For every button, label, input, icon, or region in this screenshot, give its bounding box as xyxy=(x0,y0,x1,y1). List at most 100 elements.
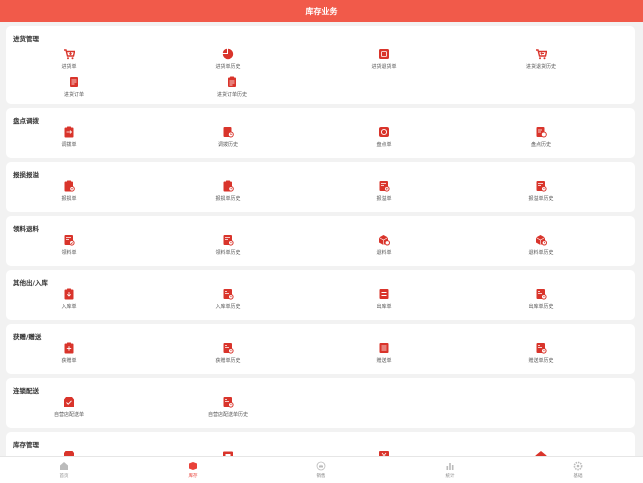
section-title: 库存管理 xyxy=(13,441,39,449)
menu-item-purchase-history[interactable]: 进货单历史 xyxy=(178,48,278,70)
section-purchase: 进货管理 进货单 进货单历史 进货退货单 进货退货历史 进货订单 进货订单历史 xyxy=(6,26,635,104)
menu-item-label: 调拨历史 xyxy=(217,142,238,148)
section-title: 进货管理 xyxy=(13,35,39,43)
menu-item-outbound[interactable]: 出库单 xyxy=(334,288,434,310)
gift-send-history-icon xyxy=(536,343,547,354)
menu-item-purchase-order-history[interactable]: 进货订单历史 xyxy=(182,76,282,98)
section-title: 连锁配送 xyxy=(13,387,39,395)
menu-item-outbound-history[interactable]: 出库单历史 xyxy=(491,288,591,310)
menu-item-label: 进货退货历史 xyxy=(525,64,556,70)
menu-item-label: 报溢单历史 xyxy=(528,196,554,202)
overflow-history-icon xyxy=(536,181,547,192)
order-history-icon xyxy=(228,76,236,87)
transfer-clipboard-icon xyxy=(64,126,74,138)
tab-statistics[interactable]: 统计 xyxy=(420,461,480,479)
menu-item-inbound-history[interactable]: 入库单历史 xyxy=(178,288,278,310)
menu-item-label: 盘点单 xyxy=(376,142,392,148)
section-inventory: 库存管理 xyxy=(6,432,635,456)
menu-item-inbound[interactable]: 入库单 xyxy=(19,288,119,310)
menu-item-overflow-report[interactable]: 报溢单 xyxy=(334,180,434,202)
menu-item-return-material[interactable]: 退料单 xyxy=(334,234,434,256)
transfer-history-icon xyxy=(223,127,234,138)
inbound-icon xyxy=(64,288,74,300)
tab-label: 首页 xyxy=(59,474,69,479)
pick-history-icon xyxy=(223,235,234,246)
gift-send-icon xyxy=(379,343,389,353)
menu-item-return-material-history[interactable]: 退料单历史 xyxy=(491,234,591,256)
return-material-history-icon xyxy=(535,235,547,246)
bottom-tab-bar: 首页 库存 销售 统计 基础 xyxy=(0,456,643,483)
app-header: 库存业务 xyxy=(0,0,643,22)
menu-item-transfer[interactable]: 调拨单 xyxy=(19,126,119,148)
section-transfer: 盘点调拨 调拨单 调拨历史 盘点单 盘点历史 xyxy=(6,108,635,158)
stocktake-icon xyxy=(379,127,389,137)
cart-return-icon xyxy=(536,49,547,60)
menu-item-purchase-return[interactable]: 进货退货单 xyxy=(334,48,434,70)
section-title: 获赠/赠送 xyxy=(13,333,42,341)
menu-item-purchase-order[interactable]: 进货单 xyxy=(19,48,119,70)
order-doc-icon xyxy=(70,77,78,87)
tab-basic[interactable]: 基础 xyxy=(548,461,608,479)
menu-item-label: 赠送单历史 xyxy=(528,358,554,364)
menu-item-purchase-return-history[interactable]: 进货退货历史 xyxy=(491,48,591,70)
pie-chart-icon xyxy=(222,48,234,60)
section-gift: 获赠/赠送 获赠单 获赠单历史 赠送单 赠送单历史 xyxy=(6,324,635,374)
menu-item-label: 进货订单 xyxy=(63,92,84,98)
section-title: 领料退料 xyxy=(13,225,39,233)
gift-receive-history-icon xyxy=(223,343,234,354)
tab-inventory[interactable]: 库存 xyxy=(163,461,223,479)
menu-item-label: 退料单 xyxy=(376,250,392,256)
loss-history-icon xyxy=(223,180,234,192)
crown-icon xyxy=(316,461,326,471)
menu-item-label: 自营店配送单 xyxy=(53,412,84,418)
menu-item-pick-history[interactable]: 领料单历史 xyxy=(178,234,278,256)
section-material: 领料退料 领料单 领料单历史 退料单 退料单历史 xyxy=(6,216,635,266)
overflow-report-icon xyxy=(379,181,390,192)
pick-doc-icon xyxy=(64,235,75,246)
menu-item-label: 盘点历史 xyxy=(530,142,551,148)
section-chain-delivery: 连锁配送 自营店配送单 自营店配送单历史 xyxy=(6,378,635,428)
menu-item-stocktake-history[interactable]: 盘点历史 xyxy=(491,126,591,148)
cart-down-icon xyxy=(64,49,75,60)
menu-item-label: 进货单历史 xyxy=(215,64,241,70)
menu-item-label: 报溢单 xyxy=(376,196,392,202)
menu-item-label: 报损单历史 xyxy=(215,196,241,202)
menu-item-gift-receive-history[interactable]: 获赠单历史 xyxy=(178,342,278,364)
menu-item-label: 出库单历史 xyxy=(528,304,554,310)
tab-sales[interactable]: 销售 xyxy=(291,461,351,479)
menu-item-label: 入库单 xyxy=(61,304,77,310)
tab-label: 销售 xyxy=(316,474,326,479)
content-scroll[interactable]: 进货管理 进货单 进货单历史 进货退货单 进货退货历史 进货订单 进货订单历史 … xyxy=(0,22,643,456)
menu-item-label: 调拨单 xyxy=(61,142,77,148)
return-box-icon xyxy=(379,49,389,59)
tab-label: 库存 xyxy=(188,474,198,479)
menu-item-purchase-order-doc[interactable]: 进货订单 xyxy=(24,76,124,98)
menu-item-gift-receive[interactable]: 获赠单 xyxy=(19,342,119,364)
menu-item-stocktake[interactable]: 盘点单 xyxy=(334,126,434,148)
tab-label: 基础 xyxy=(573,474,583,479)
menu-item-label: 获赠单 xyxy=(61,358,77,364)
bar-chart-icon xyxy=(446,463,454,470)
menu-item-label: 退料单历史 xyxy=(528,250,554,256)
section-title: 其他出/入库 xyxy=(13,279,48,287)
home-icon xyxy=(60,462,68,470)
menu-item-pick[interactable]: 领料单 xyxy=(19,234,119,256)
menu-item-loss-report[interactable]: 报损单 xyxy=(19,180,119,202)
menu-item-label: 获赠单历史 xyxy=(215,358,241,364)
section-loss-overflow: 报损报溢 报损单 报损单历史 报溢单 报溢单历史 xyxy=(6,162,635,212)
menu-item-label: 报损单 xyxy=(61,196,77,202)
menu-item-transfer-history[interactable]: 调拨历史 xyxy=(178,126,278,148)
menu-item-overflow-history[interactable]: 报溢单历史 xyxy=(491,180,591,202)
section-title: 报损报溢 xyxy=(13,171,39,179)
tab-label: 统计 xyxy=(445,474,455,479)
tab-home[interactable]: 首页 xyxy=(34,461,94,479)
menu-item-delivery[interactable]: 自营店配送单 xyxy=(19,396,119,418)
menu-item-loss-history[interactable]: 报损单历史 xyxy=(178,180,278,202)
menu-item-gift-send-history[interactable]: 赠送单历史 xyxy=(491,342,591,364)
menu-item-label: 入库单历史 xyxy=(215,304,241,310)
menu-item-delivery-history[interactable]: 自营店配送单历史 xyxy=(178,396,278,418)
menu-item-label: 自营店配送单历史 xyxy=(207,412,248,418)
menu-item-gift-send[interactable]: 赠送单 xyxy=(334,342,434,364)
section-other-io: 其他出/入库 入库单 入库单历史 出库单 出库单历史 xyxy=(6,270,635,320)
delivery-history-icon xyxy=(223,397,234,408)
